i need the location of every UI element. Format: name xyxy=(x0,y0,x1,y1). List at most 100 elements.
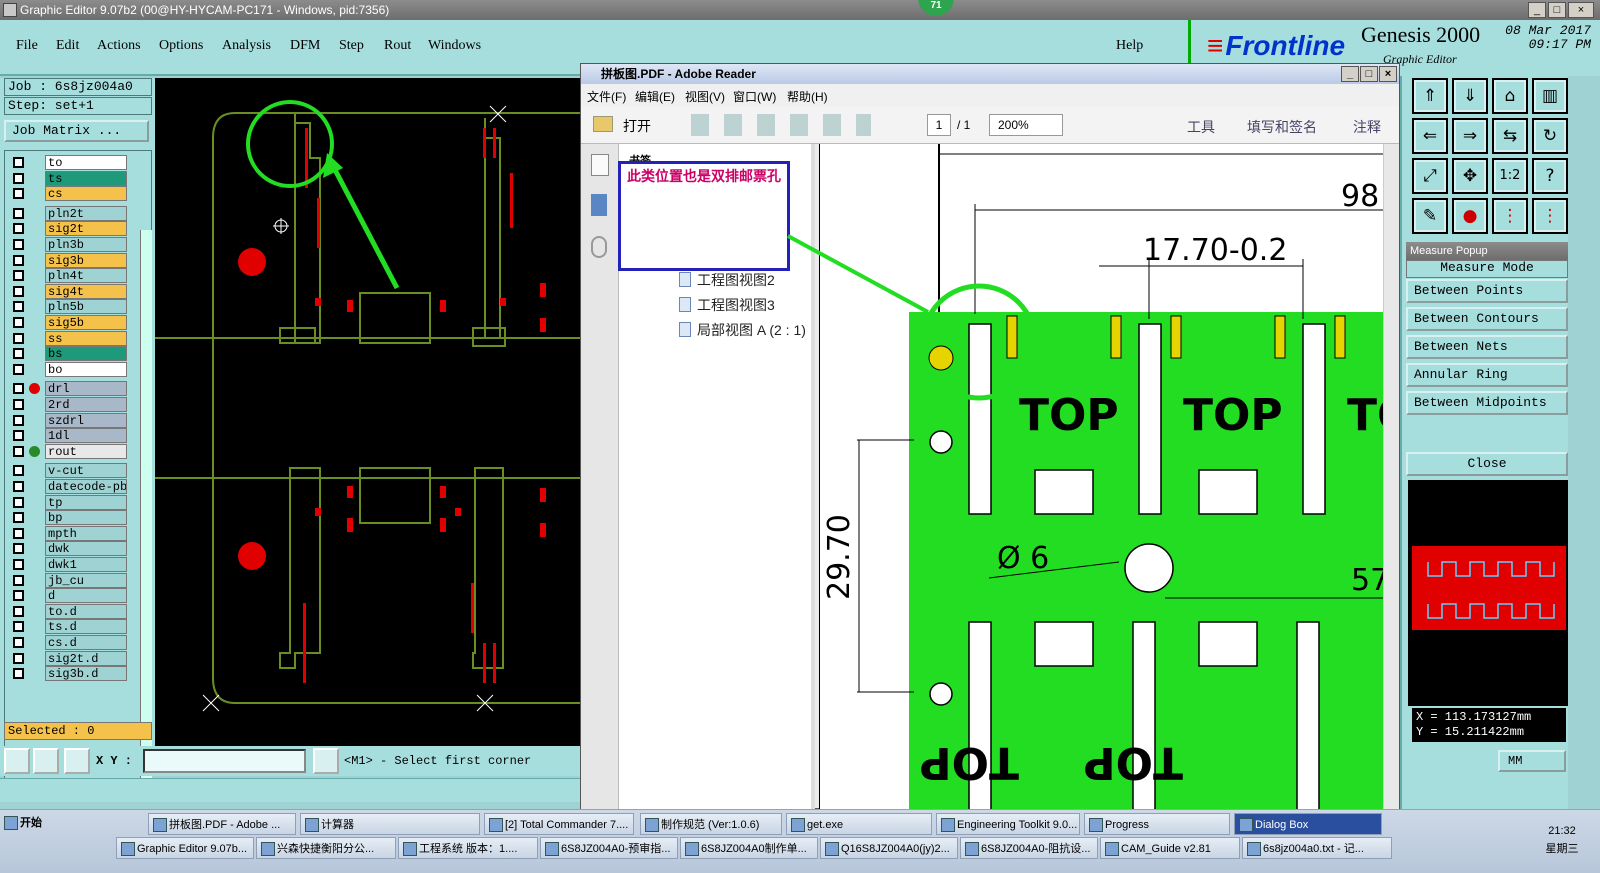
minimize-button[interactable]: _ xyxy=(1528,2,1546,18)
layer-name[interactable]: ss xyxy=(45,330,127,346)
taskbar-item[interactable]: Progress xyxy=(1084,813,1230,835)
between-midpoints-button[interactable]: Between Midpoints xyxy=(1406,391,1568,415)
layer-name[interactable]: jb_cu xyxy=(45,572,127,588)
pan-left-icon[interactable]: ⇐ xyxy=(1412,118,1448,154)
measure-tool-button[interactable] xyxy=(33,748,59,774)
layer-name[interactable]: to xyxy=(45,155,127,170)
layer-checkbox[interactable] xyxy=(13,399,24,410)
layer-name[interactable]: bp xyxy=(45,510,127,526)
layer-name[interactable]: tp xyxy=(45,494,127,510)
layer-checkbox[interactable] xyxy=(13,157,24,168)
layer-name[interactable]: szdrl xyxy=(45,412,127,428)
fill-sign-button[interactable]: 填写和签名 xyxy=(1247,117,1317,137)
query-icon[interactable]: ? xyxy=(1532,158,1568,194)
taskbar-item[interactable]: Engineering Toolkit 9.0... xyxy=(936,813,1080,835)
step-up-icon[interactable]: ⇑ xyxy=(1412,78,1448,114)
layer-checkbox[interactable] xyxy=(13,543,24,555)
layer-checkbox[interactable] xyxy=(13,496,24,508)
maximize-button[interactable]: □ xyxy=(1548,2,1566,18)
taskbar-item[interactable]: Dialog Box xyxy=(1234,813,1382,835)
taskbar-item[interactable]: CAM_Guide v2.81 xyxy=(1100,837,1240,859)
pdf-menu-file[interactable]: 文件(F) xyxy=(587,88,626,105)
layer-name[interactable]: v-cut xyxy=(45,463,127,479)
layer-name[interactable]: sig3b.d xyxy=(45,666,127,682)
zoom-select[interactable]: 200% xyxy=(989,114,1063,136)
layer-name[interactable]: sig4t xyxy=(45,283,127,299)
pdf-scrollbar[interactable] xyxy=(1383,144,1399,810)
layer-name[interactable]: d xyxy=(45,588,127,604)
bookmark-detail-a[interactable]: 局部视图 A (2 : 1) xyxy=(679,320,806,340)
layer-name[interactable]: pln4t xyxy=(45,268,127,284)
menu-help[interactable]: Help xyxy=(1116,38,1143,54)
redraw-icon[interactable]: ↻ xyxy=(1532,118,1568,154)
layer-checkbox[interactable] xyxy=(13,383,24,395)
bookmark-icon[interactable] xyxy=(591,194,607,216)
layer-name[interactable]: datecode-pbe xyxy=(45,479,127,494)
layer-checkbox[interactable] xyxy=(13,652,24,664)
bookmark-view3[interactable]: 工程图视图3 xyxy=(679,295,775,315)
layer-checkbox[interactable] xyxy=(13,527,24,539)
layer-name[interactable]: 2rd xyxy=(45,397,127,412)
swap-icon[interactable]: ⇆ xyxy=(1492,118,1528,154)
layer-name[interactable]: ts xyxy=(45,170,127,186)
pdf-menu-edit[interactable]: 编辑(E) xyxy=(635,88,675,105)
layer-checkbox[interactable] xyxy=(13,363,24,375)
layer-name[interactable]: ts.d xyxy=(45,619,127,635)
bookmark-view2[interactable]: 工程图视图2 xyxy=(679,270,775,290)
taskbar-item[interactable]: 兴森快捷衡阳分公... xyxy=(256,837,396,859)
measure-close-button[interactable]: Close xyxy=(1406,452,1568,476)
page-input[interactable]: 1 xyxy=(927,114,951,136)
taskbar-item[interactable]: Q16S8JZ004A0(jy)2... xyxy=(820,837,958,859)
layer-name[interactable]: bo xyxy=(45,361,127,377)
menu-rout[interactable]: Rout xyxy=(384,38,411,54)
job-matrix-button[interactable]: Job Matrix ... xyxy=(4,120,149,142)
pdf-menu-help[interactable]: 帮助(H) xyxy=(787,88,828,105)
layer-checkbox[interactable] xyxy=(13,285,24,297)
layer-checkbox[interactable] xyxy=(13,512,24,524)
overview-map[interactable] xyxy=(1408,480,1568,706)
layer-checkbox[interactable] xyxy=(13,637,24,648)
unit-toggle-button[interactable]: MM xyxy=(1498,750,1566,772)
pages-icon[interactable] xyxy=(591,154,609,176)
close-button[interactable]: × xyxy=(1568,2,1594,18)
taskbar-item[interactable]: 6S8JZ004A0制作单... xyxy=(680,837,818,859)
taskbar-item[interactable]: 计算器 xyxy=(300,813,480,835)
menu-dfm[interactable]: DFM xyxy=(290,38,320,54)
layer-scrollbar[interactable] xyxy=(140,230,152,796)
open-button[interactable]: 打开 xyxy=(623,116,651,136)
layer-name[interactable]: cs xyxy=(45,186,127,202)
layer-checkbox[interactable] xyxy=(13,605,24,617)
layer-name[interactable]: 1dl xyxy=(45,428,127,444)
menu-options[interactable]: Options xyxy=(159,38,203,54)
pan-right-icon[interactable]: ⇒ xyxy=(1452,118,1488,154)
brush-icon[interactable]: ✎ xyxy=(1412,198,1448,234)
between-nets-button[interactable]: Between Nets xyxy=(1406,335,1568,359)
net-icon[interactable]: ⋮ xyxy=(1492,198,1528,234)
layer-checkbox[interactable] xyxy=(13,332,24,344)
tools-button[interactable]: 工具 xyxy=(1187,117,1215,137)
layer-name[interactable]: dwk1 xyxy=(45,557,127,572)
layer-name[interactable]: rout xyxy=(45,443,127,459)
window-icon[interactable]: ▥ xyxy=(1532,78,1568,114)
compare-icon[interactable]: ⋮ xyxy=(1532,198,1568,234)
menu-analysis[interactable]: Analysis xyxy=(222,38,271,54)
step-down-icon[interactable]: ⇓ xyxy=(1452,78,1488,114)
taskbar-item[interactable]: [2] Total Commander 7.... xyxy=(484,813,634,835)
pdf-menu-view[interactable]: 视图(V) xyxy=(685,88,725,105)
layer-name[interactable]: pln3b xyxy=(45,237,127,252)
layer-name[interactable]: sig3b xyxy=(45,252,127,268)
grid-tool-button[interactable] xyxy=(64,748,90,774)
center-icon[interactable]: ✥ xyxy=(1452,158,1488,194)
taskbar-item[interactable]: 制作规范 (Ver:1.0.6) xyxy=(640,813,782,835)
menu-actions[interactable]: Actions xyxy=(97,38,141,54)
layer-name[interactable]: sig5b xyxy=(45,315,127,330)
layer-checkbox[interactable] xyxy=(13,317,24,328)
layer-checkbox[interactable] xyxy=(13,668,24,680)
layer-checkbox[interactable] xyxy=(13,621,24,633)
pdf-menu-window[interactable]: 窗口(W) xyxy=(733,88,776,105)
layer-checkbox[interactable] xyxy=(13,254,24,266)
layer-checkbox[interactable] xyxy=(13,223,24,235)
home-icon[interactable]: ⌂ xyxy=(1492,78,1528,114)
between-points-button[interactable]: Between Points xyxy=(1406,279,1568,303)
taskbar-item[interactable]: 工程系统 版本：1.... xyxy=(398,837,538,859)
